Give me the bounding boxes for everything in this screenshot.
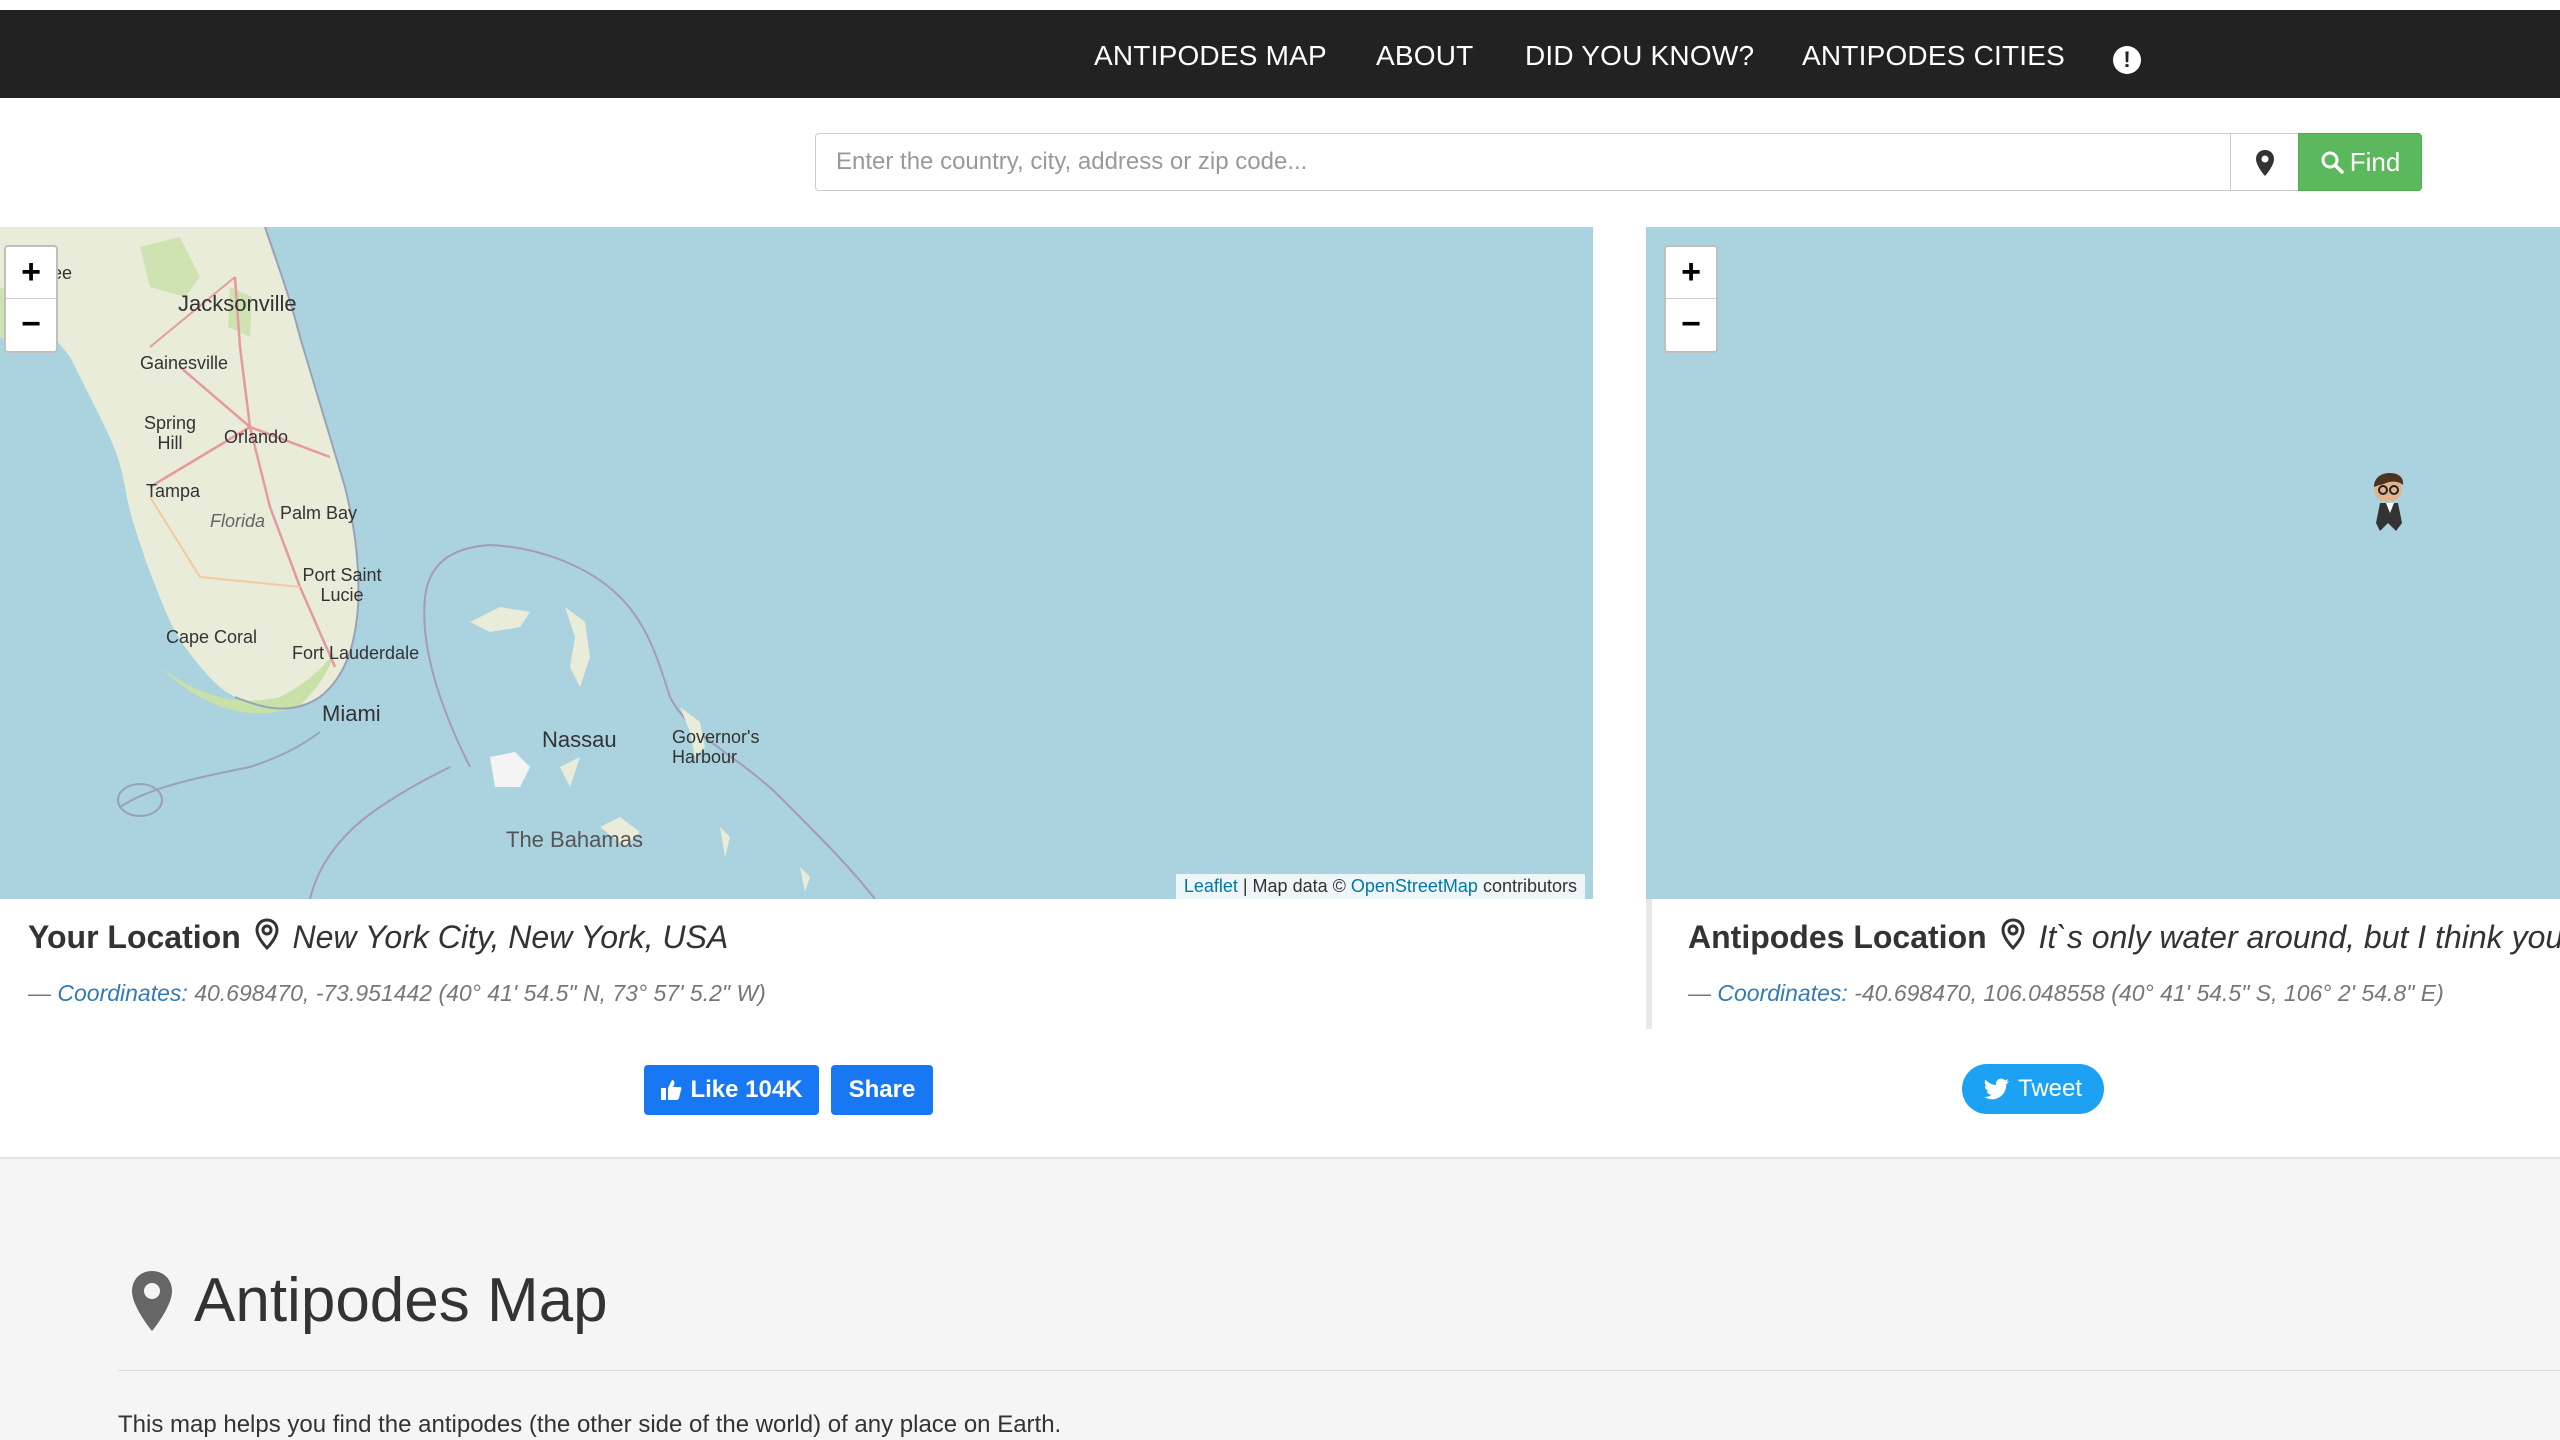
- find-button[interactable]: Find: [2298, 133, 2422, 191]
- city-label-governors-harbour: Governor's Harbour: [672, 727, 760, 767]
- map-marker-icon: [255, 918, 279, 951]
- locate-me-button[interactable]: [2231, 133, 2299, 191]
- your-location-map[interactable]: Jacksonville ee Gainesville Spring Hill …: [0, 227, 1593, 899]
- city-label-fort-lauderdale: Fort Lauderdale: [292, 643, 420, 663]
- section-title-text: Antipodes Map: [194, 1266, 608, 1335]
- your-location-title: Your Location New York City, New York, U…: [28, 918, 728, 956]
- coordinates-label: Coordinates:: [57, 980, 188, 1006]
- tweet-label: Tweet: [2017, 1075, 2083, 1102]
- map-attribution: Leaflet | Map data © OpenStreetMap contr…: [1175, 874, 1585, 899]
- antipodes-zoom-control: + −: [1664, 245, 1718, 353]
- antipodes-location-title: Antipodes Location It`s only water aroun…: [1688, 918, 2560, 956]
- zoom-in-button[interactable]: +: [6, 247, 56, 299]
- tweet-button[interactable]: Tweet: [1962, 1064, 2104, 1114]
- city-label-cape-coral: Cape Coral: [166, 627, 258, 647]
- facebook-share-button[interactable]: Share: [831, 1065, 933, 1115]
- region-label-florida: Florida: [210, 511, 266, 531]
- antipodes-coordinates-label: Coordinates:: [1717, 980, 1848, 1006]
- city-label-palm-bay: Palm Bay: [280, 503, 358, 523]
- city-label-gainesville: Gainesville: [140, 353, 229, 373]
- openstreetmap-link[interactable]: OpenStreetMap: [1351, 876, 1478, 896]
- nav-antipodes-map[interactable]: ANTIPODES MAP: [1094, 40, 1327, 72]
- leaflet-link[interactable]: Leaflet: [1184, 876, 1238, 896]
- person-marker-icon[interactable]: [2368, 473, 2412, 533]
- antipodes-location-place: It`s only water around, but I think you …: [2038, 919, 2560, 955]
- city-label-tampa: Tampa: [146, 481, 201, 501]
- coordinates-value: 40.698470, -73.951442 (40° 41' 54.5" N, …: [187, 980, 766, 1006]
- antipodes-location-label: Antipodes Location: [1688, 919, 1987, 955]
- zoom-out-button[interactable]: −: [6, 299, 56, 351]
- exclamation-circle-icon[interactable]: !: [2113, 46, 2141, 74]
- city-label-jacksonville: Jacksonville: [178, 291, 297, 316]
- find-button-label: Find: [2349, 146, 2401, 177]
- map-land: [0, 227, 876, 899]
- antipodes-map[interactable]: + −: [1646, 227, 2560, 899]
- map-marker-icon: [2001, 918, 2025, 951]
- search-icon: [2321, 151, 2344, 174]
- your-location-coordinates: — Coordinates: 40.698470, -73.951442 (40…: [28, 980, 766, 1006]
- antipodes-location-coordinates: — Coordinates: -40.698470, 106.048558 (4…: [1688, 980, 2444, 1006]
- map-marker-icon: [2256, 150, 2274, 176]
- content-section: Antipodes Map This map helps you find th…: [0, 1157, 2560, 1440]
- facebook-like-button[interactable]: Like 104K: [644, 1065, 819, 1115]
- search-input[interactable]: [815, 133, 2231, 191]
- country-label-the-bahamas: The Bahamas: [506, 827, 643, 852]
- like-count-label: Like 104K: [690, 1076, 803, 1103]
- twitter-bird-icon: [1983, 1078, 2009, 1100]
- section-title: Antipodes Map: [128, 1265, 608, 1336]
- nav-about[interactable]: ABOUT: [1376, 40, 1473, 72]
- panel-divider: [1646, 899, 1652, 1029]
- top-navbar: ANTIPODES MAP ABOUT DID YOU KNOW? ANTIPO…: [0, 10, 2560, 98]
- thumbs-up-icon: [661, 1080, 682, 1100]
- antipodes-coordinates-value: -40.698470, 106.048558 (40° 41' 54.5" S,…: [1847, 980, 2444, 1006]
- antipodes-zoom-out-button[interactable]: −: [1666, 299, 1716, 351]
- your-location-label: Your Location: [28, 919, 241, 955]
- page: ANTIPODES MAP ABOUT DID YOU KNOW? ANTIPO…: [0, 0, 2560, 1440]
- antipodes-zoom-in-button[interactable]: +: [1666, 247, 1716, 299]
- section-description: This map helps you find the antipodes (t…: [118, 1411, 1062, 1438]
- city-label-port-saint-lucie: Port Saint Lucie: [302, 565, 382, 605]
- map-marker-icon: [132, 1270, 172, 1331]
- nav-did-you-know[interactable]: DID YOU KNOW?: [1525, 40, 1754, 72]
- city-label-miami: Miami: [322, 701, 381, 726]
- nav-antipodes-cities[interactable]: ANTIPODES CITIES: [1802, 40, 2065, 72]
- city-label-spring-hill: Spring Hill: [143, 413, 197, 453]
- zoom-control: + −: [4, 245, 58, 353]
- your-location-place: New York City, New York, USA: [292, 919, 729, 955]
- city-label-orlando: Orlando: [224, 427, 289, 447]
- section-divider: [118, 1370, 2560, 1371]
- city-label-nassau: Nassau: [542, 727, 617, 752]
